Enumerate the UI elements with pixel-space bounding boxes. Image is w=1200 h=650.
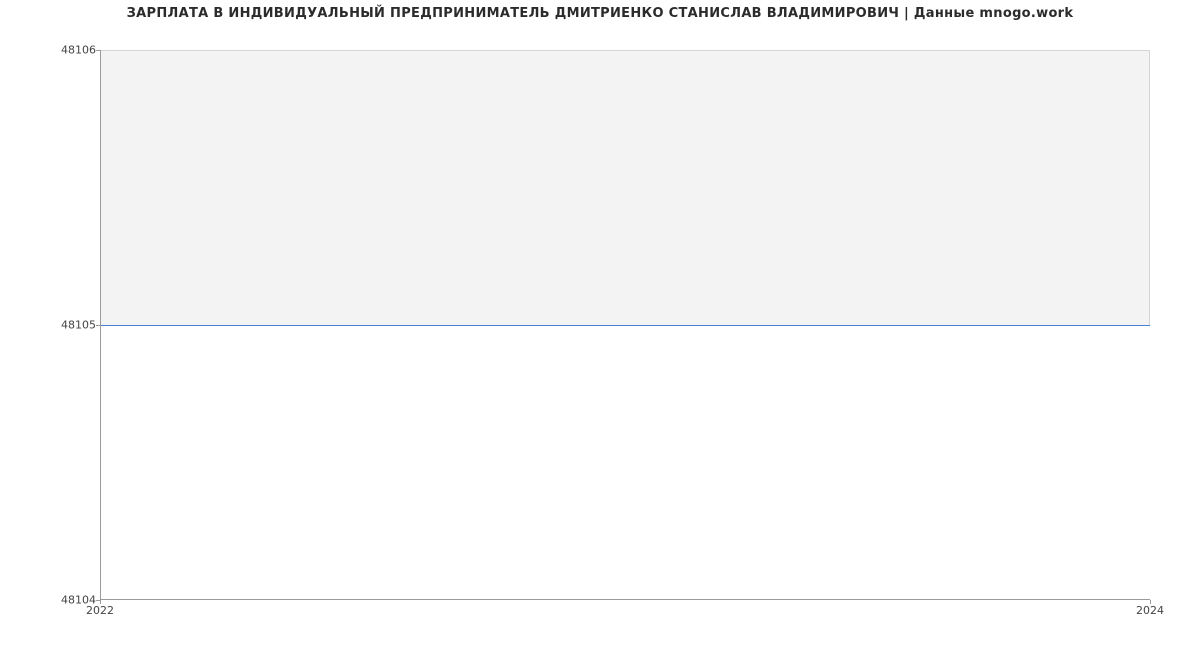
x-tick-mark (1150, 600, 1151, 604)
y-tick-label: 48104 (6, 594, 96, 607)
x-tick-label: 2024 (1136, 604, 1164, 617)
salary-line-chart: ЗАРПЛАТА В ИНДИВИДУАЛЬНЫЙ ПРЕДПРИНИМАТЕЛ… (0, 0, 1200, 650)
x-tick-label: 2022 (86, 604, 114, 617)
x-tick-mark (100, 600, 101, 604)
y-tick-label: 48106 (6, 44, 96, 57)
grid-band (101, 50, 1150, 325)
y-tick-label: 48105 (6, 319, 96, 332)
series-line-salary (101, 325, 1150, 326)
plot-area (100, 50, 1150, 600)
chart-title: ЗАРПЛАТА В ИНДИВИДУАЛЬНЫЙ ПРЕДПРИНИМАТЕЛ… (0, 6, 1200, 21)
